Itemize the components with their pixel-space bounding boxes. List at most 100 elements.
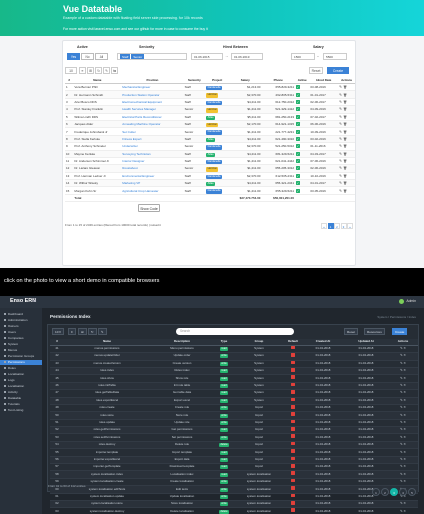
- seniority-chip[interactable]: Senior: [131, 54, 145, 59]
- columns-visibility-icon[interactable]: ≡: [68, 328, 76, 335]
- delete-icon[interactable]: ✕: [403, 442, 405, 446]
- sidebar-item[interactable]: Menus: [4, 348, 42, 353]
- delete-icon[interactable]: ✕: [403, 383, 405, 387]
- delete-icon[interactable]: 🗑: [343, 152, 347, 156]
- active-option-yes[interactable]: Yes: [67, 53, 80, 60]
- page-button[interactable]: 2: [334, 223, 340, 229]
- page-button[interactable]: 1: [372, 488, 380, 496]
- delete-icon[interactable]: 🗑: [343, 107, 347, 111]
- delete-icon[interactable]: 🗑: [343, 130, 347, 134]
- delete-icon[interactable]: ✕: [403, 376, 405, 380]
- sidebar-item[interactable]: Localisation: [4, 384, 42, 389]
- menu-toggle-icon[interactable]: ☰: [32, 298, 36, 304]
- reload-icon[interactable]: ↻: [88, 328, 97, 335]
- delete-icon[interactable]: ✕: [403, 420, 405, 424]
- length-select[interactable]: 10 ▾: [52, 328, 64, 335]
- position-link[interactable]: Agricultural Crop Harvester: [121, 186, 184, 195]
- delete-icon[interactable]: ✕: [403, 464, 405, 468]
- show-code-button[interactable]: Show Code: [138, 204, 160, 212]
- delete-icon[interactable]: ✕: [403, 457, 405, 461]
- position-link[interactable]: Production Station Operator: [121, 90, 184, 99]
- user-menu[interactable]: Admin: [399, 298, 416, 305]
- reload-icon[interactable]: ↻: [95, 67, 102, 74]
- sidebar-item[interactable]: System: [4, 342, 42, 347]
- page-button[interactable]: 4: [399, 488, 407, 496]
- delete-icon[interactable]: ✕: [403, 413, 405, 417]
- position-link[interactable]: Health Services Manager: [121, 105, 184, 114]
- delete-icon[interactable]: 🗑: [343, 93, 347, 97]
- delete-icon[interactable]: ✕: [403, 353, 405, 357]
- delete-icon[interactable]: ✕: [403, 472, 405, 476]
- active-option-no[interactable]: No: [81, 53, 94, 60]
- excel-export-icon[interactable]: ⊞: [87, 67, 94, 74]
- delete-icon[interactable]: ✕: [403, 501, 405, 505]
- position-link[interactable]: Surveying Technician: [121, 150, 184, 158]
- sidebar-item[interactable]: Test Listing: [4, 408, 42, 413]
- resources-button[interactable]: Resources: [364, 328, 385, 335]
- style-icon[interactable]: ✎: [103, 67, 110, 74]
- delete-icon[interactable]: 🗑: [343, 189, 347, 193]
- sidebar-item[interactable]: Logs: [4, 378, 42, 383]
- position-link[interactable]: Roustabout: [121, 164, 184, 173]
- delete-icon[interactable]: ✕: [403, 509, 405, 513]
- page-button[interactable]: 1: [327, 223, 334, 229]
- delete-icon[interactable]: ✕: [403, 361, 405, 365]
- delete-icon[interactable]: 🗑: [343, 181, 347, 185]
- position-link[interactable]: Environmental Engineer: [121, 172, 184, 181]
- sidebar-item[interactable]: Dashboard: [4, 312, 42, 317]
- seniority-select[interactable]: Staff Senior: [117, 53, 187, 60]
- salary-from-input[interactable]: 1500: [291, 53, 315, 60]
- sidebar-item[interactable]: Localisation: [4, 372, 42, 377]
- length-select[interactable]: 10: [65, 67, 77, 74]
- page-button[interactable]: »: [347, 223, 353, 229]
- hired-from-input[interactable]: 01.06.2015: [191, 53, 223, 60]
- delete-icon[interactable]: 🗑: [343, 115, 347, 119]
- position-link[interactable]: Interior Designer: [121, 157, 184, 166]
- page-button[interactable]: 3: [340, 223, 347, 229]
- sidebar-item[interactable]: Administration: [4, 318, 42, 323]
- align-icon[interactable]: ⇆: [111, 67, 118, 74]
- active-option-all[interactable]: All: [95, 53, 108, 60]
- position-link[interactable]: Annealing Machine Operator: [121, 120, 184, 129]
- sidebar-item[interactable]: Companies: [4, 336, 42, 341]
- sidebar-item[interactable]: Owners: [4, 324, 42, 329]
- delete-icon[interactable]: 🗑: [343, 159, 347, 163]
- delete-icon[interactable]: ✕: [403, 390, 405, 394]
- delete-icon[interactable]: ✕: [403, 405, 405, 409]
- demo-screenshot-vue-datatable[interactable]: Vue Datatable Example of a custom datata…: [0, 0, 424, 268]
- search-input[interactable]: Search: [176, 328, 294, 335]
- delete-icon[interactable]: 🗑: [343, 144, 347, 148]
- delete-icon[interactable]: 🗑: [343, 174, 347, 178]
- demo-screenshot-enso-permissions[interactable]: Enso ERN ☰ Admin Dashboard Administration…: [0, 296, 424, 514]
- position-link[interactable]: Electrical Parts Reconditioner: [121, 113, 184, 121]
- sidebar-item[interactable]: Tutorials: [4, 402, 42, 407]
- create-button[interactable]: Create: [392, 328, 408, 335]
- page-button[interactable]: 3: [390, 488, 398, 496]
- delete-icon[interactable]: 🗑: [343, 100, 347, 104]
- delete-icon[interactable]: ✕: [403, 398, 405, 402]
- delete-icon[interactable]: 🗑: [343, 122, 347, 126]
- style-icon[interactable]: ✎: [98, 328, 107, 335]
- position-link[interactable]: Marketing VP: [121, 179, 184, 188]
- sidebar-item[interactable]: Datatable: [4, 396, 42, 401]
- position-link[interactable]: Underwriter: [121, 142, 184, 151]
- delete-icon[interactable]: ✕: [403, 435, 405, 439]
- sidebar-item[interactable]: Roles: [4, 366, 42, 371]
- seniority-chip[interactable]: Staff: [120, 54, 131, 59]
- page-button[interactable]: «: [321, 223, 327, 229]
- position-link[interactable]: Fitness Expert: [121, 135, 184, 144]
- sidebar-item[interactable]: Activity: [4, 390, 42, 395]
- delete-icon[interactable]: 🗑: [343, 166, 347, 170]
- delete-icon[interactable]: 🗑: [343, 85, 347, 89]
- delete-icon[interactable]: 🗑: [343, 137, 347, 141]
- delete-icon[interactable]: ✕: [403, 450, 405, 454]
- reset-button[interactable]: Reset: [309, 67, 323, 74]
- delete-icon[interactable]: ✕: [403, 346, 405, 350]
- excel-export-icon[interactable]: ⊞: [78, 328, 87, 335]
- delete-icon[interactable]: ✕: [403, 427, 405, 431]
- columns-visibility-icon[interactable]: ≡: [79, 67, 86, 74]
- create-button[interactable]: Create: [327, 67, 349, 74]
- position-link[interactable]: Set Cutter: [121, 127, 184, 136]
- sidebar-item[interactable]: Permission Groups: [4, 354, 42, 359]
- page-button[interactable]: 5: [408, 488, 416, 496]
